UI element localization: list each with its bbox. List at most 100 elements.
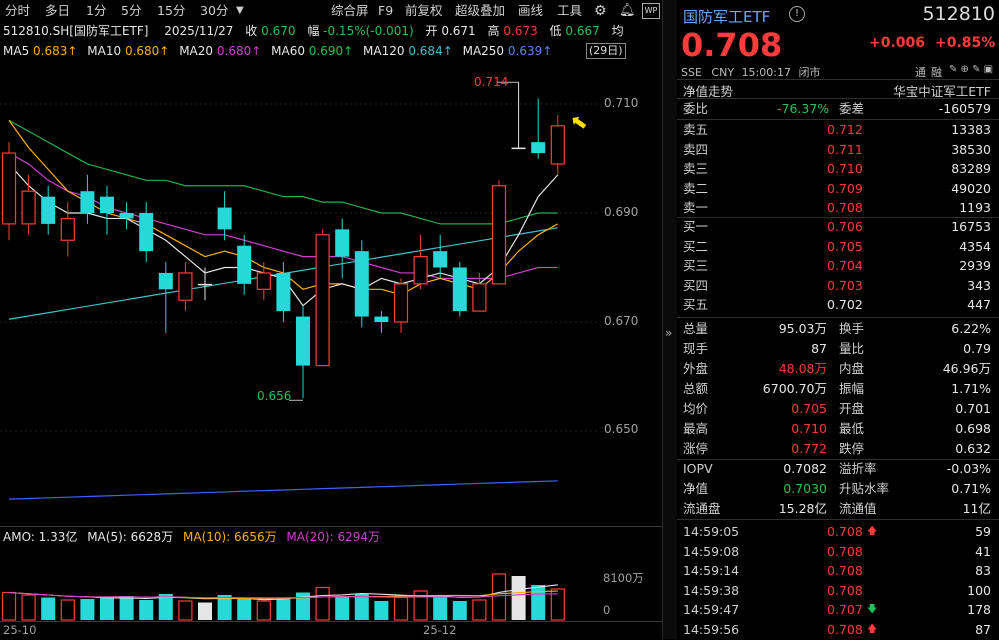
bell-icon[interactable]: 🔔︎ — [619, 2, 636, 20]
tools-button[interactable]: 工具 — [557, 2, 582, 20]
amo-ma10: MA(10): 6656万 — [183, 530, 277, 544]
stat-row: 总量 95.03万 换手 6.22% — [677, 319, 999, 339]
bid-row[interactable]: 买四 0.703 343 — [677, 276, 999, 296]
forward-adjust-button[interactable]: 前复权 — [405, 2, 443, 20]
ma20-label: MA20 — [179, 44, 214, 58]
stat-value: 0.79 — [963, 341, 991, 356]
tick-row[interactable]: 14:59:47 0.707 🡇 178 — [677, 600, 999, 620]
tick-row[interactable]: 14:59:56 0.708 🡅 87 — [677, 620, 999, 640]
ask-label: 卖五 — [683, 122, 709, 137]
high-marker-label: 0.714 — [474, 75, 509, 89]
candle — [178, 262, 193, 312]
tick-volume: 41 — [975, 543, 991, 559]
tick-row[interactable]: 14:59:05 0.708 🡅 59 — [677, 522, 999, 542]
ask-row[interactable]: 卖五 0.712 13383 — [677, 120, 999, 140]
candle — [393, 278, 409, 333]
volume-bar — [41, 597, 56, 620]
kline-info-line: 512810.SH[国防军工ETF] 2025/11/27 收 0.670 幅 … — [3, 23, 624, 39]
stat-label: 溢折率 — [839, 461, 877, 476]
bid-price: 0.702 — [827, 297, 863, 312]
candle — [335, 218, 350, 279]
bid-price: 0.705 — [827, 238, 863, 254]
tick-row[interactable]: 14:59:38 0.708 100 — [677, 581, 999, 601]
tick-row[interactable]: 14:59:08 0.708 41 — [677, 542, 999, 562]
bid-row[interactable]: 买一 0.706 16753 — [677, 217, 999, 237]
candle-body — [178, 272, 193, 301]
connect-flag: 通 — [915, 66, 926, 79]
info-icon[interactable]: ! — [789, 6, 805, 22]
candle-body — [472, 283, 487, 312]
stat-label: 最高 — [683, 421, 709, 436]
bid-row[interactable]: 买五 0.702 447 — [677, 295, 999, 315]
stat-label: 外盘 — [683, 361, 709, 376]
security-name[interactable]: 国防军工ETF — [683, 6, 770, 27]
stat-value: 11亿 — [962, 501, 991, 516]
ma60-value: 0.690↑ — [308, 44, 354, 58]
avg-label: 均 — [611, 24, 624, 38]
bid-row[interactable]: 买二 0.705 4354 — [677, 237, 999, 257]
candle — [100, 185, 114, 235]
tab-15min[interactable]: 15分 — [157, 2, 185, 20]
ask-price: 0.708 — [827, 200, 863, 215]
ask-row[interactable]: 卖三 0.710 83289 — [677, 159, 999, 179]
bid-row[interactable]: 买三 0.704 2939 — [677, 256, 999, 276]
ma20-line — [8, 152, 558, 279]
multi-screen-button[interactable]: 综合屏 — [331, 2, 369, 20]
ma120-label: MA120 — [363, 44, 405, 58]
market-status-line: SSE CNY 15:00:17 闭市 — [681, 64, 820, 80]
tab-1min[interactable]: 1分 — [86, 2, 106, 20]
days-badge[interactable]: (29日) — [586, 43, 626, 59]
stat-row: 最高 0.710 最低 0.698 — [677, 419, 999, 439]
low-marker-label: 0.656 — [257, 389, 292, 403]
volume-chart[interactable] — [0, 547, 662, 621]
close-value: 0.670 — [261, 24, 296, 38]
tick-price: 0.707 — [827, 602, 863, 617]
tab-multiday[interactable]: 多日 — [45, 2, 70, 20]
gear-icon[interactable]: ⚙ — [594, 2, 607, 20]
tab-5min[interactable]: 5分 — [121, 2, 141, 20]
chevron-right-icon[interactable]: » — [665, 326, 672, 340]
overlay-button[interactable]: 超级叠加 — [455, 2, 505, 20]
volume-bar — [256, 600, 271, 621]
bid-volume: 2939 — [959, 258, 991, 273]
chevron-down-icon[interactable]: ▼ — [236, 2, 244, 20]
tick-volume: 178 — [967, 602, 991, 617]
candle-body — [256, 272, 271, 290]
draw-line-button[interactable]: 画线 — [518, 2, 543, 20]
stat-label: 开盘 — [839, 401, 865, 416]
volume-bar — [354, 594, 369, 620]
tick-row[interactable]: 14:59:14 0.708 83 — [677, 561, 999, 581]
bar-date: 2025/11/27 — [164, 24, 234, 38]
ask-row[interactable]: 卖一 0.708 1193 — [677, 198, 999, 218]
volume-bar — [100, 597, 114, 620]
ask-row[interactable]: 卖四 0.711 38530 — [677, 140, 999, 160]
stat-label: 换手 — [839, 321, 865, 336]
candle-body — [276, 272, 291, 312]
candlestick-chart[interactable] — [0, 60, 662, 526]
date-axis-label: 25-10 — [3, 623, 37, 637]
volume-bar — [276, 597, 291, 620]
stat-label: 均价 — [683, 401, 709, 416]
ask-row[interactable]: 卖二 0.709 49020 — [677, 179, 999, 199]
panel-collapse-bar[interactable]: » — [662, 0, 678, 639]
ask-volume: 13383 — [951, 122, 991, 137]
volume-bar — [237, 599, 252, 620]
open-label: 开 — [425, 24, 438, 38]
volume-bar — [80, 599, 95, 620]
stat-row: 流通盘 15.28亿 流通值 11亿 — [677, 499, 999, 519]
range-label: 幅 — [307, 24, 320, 38]
tab-timeshare[interactable]: 分时 — [5, 2, 30, 20]
margin-flag: 融 — [931, 66, 942, 79]
tick-price: 0.708 — [827, 563, 863, 578]
wp-badge[interactable]: WP — [642, 3, 660, 19]
currency-label: CNY — [711, 66, 735, 79]
ma250-value: 0.639↑ — [507, 44, 553, 58]
weibi-row: 委比 -76.37% 委差 -160579 — [677, 99, 999, 119]
f9-button[interactable]: F9 — [378, 2, 393, 20]
tick-time: 14:59:47 — [683, 602, 740, 617]
bid-price: 0.703 — [827, 277, 863, 293]
bid-volume: 16753 — [951, 219, 991, 234]
tab-30min[interactable]: 30分 — [200, 2, 228, 20]
stat-label: 跌停 — [839, 441, 865, 456]
edit-icon[interactable]: ✎ ⊕ ✎ ▣ — [949, 64, 993, 75]
